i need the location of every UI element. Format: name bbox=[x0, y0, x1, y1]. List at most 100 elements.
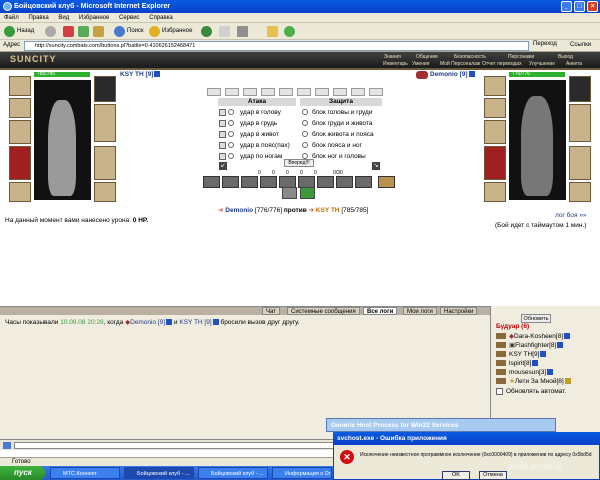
shield-slot[interactable] bbox=[94, 182, 116, 202]
attack-checkbox[interactable] bbox=[219, 108, 226, 116]
hand-icon[interactable] bbox=[496, 351, 506, 358]
rune-slot[interactable] bbox=[243, 88, 257, 96]
search-button[interactable]: Поиск bbox=[113, 25, 144, 38]
armor-slot[interactable] bbox=[9, 98, 31, 118]
attack-radio[interactable] bbox=[228, 120, 234, 127]
favorites-button[interactable]: Избранное bbox=[148, 25, 192, 38]
nav-my-character[interactable]: Мой Персоналаж bbox=[440, 61, 480, 67]
skill-icon[interactable] bbox=[260, 176, 277, 188]
info-icon[interactable] bbox=[154, 71, 161, 78]
attack-option-waist[interactable]: удар в пояс(пах) bbox=[219, 141, 290, 151]
messenger-button[interactable] bbox=[283, 25, 297, 38]
attack-radio[interactable] bbox=[228, 153, 234, 160]
go-button[interactable]: Переход bbox=[533, 41, 557, 47]
attack-option-legs[interactable]: удар по ногам bbox=[219, 152, 282, 162]
skill-icon[interactable] bbox=[222, 176, 239, 188]
weapon-slot[interactable] bbox=[9, 120, 31, 144]
defense-radio[interactable] bbox=[302, 109, 308, 116]
defense-option-1[interactable]: блок головы и груди bbox=[302, 108, 372, 118]
nav-communication[interactable]: Общение bbox=[416, 54, 438, 60]
rune-slot[interactable] bbox=[225, 88, 239, 96]
boots-slot[interactable] bbox=[9, 182, 31, 202]
info-icon[interactable] bbox=[468, 71, 475, 78]
info-icon[interactable] bbox=[557, 342, 564, 349]
hand-icon[interactable] bbox=[496, 333, 506, 340]
auto-refresh-checkbox[interactable] bbox=[496, 387, 503, 395]
self-name[interactable]: KSY TH bbox=[316, 207, 340, 214]
maximize-button[interactable]: □ bbox=[574, 1, 585, 12]
mail-button[interactable] bbox=[218, 25, 232, 38]
attack-radio[interactable] bbox=[228, 131, 234, 138]
right-fighter-name[interactable]: Demonio [9] bbox=[430, 71, 475, 78]
chat-user-ksy[interactable]: KSY TH [9] bbox=[179, 319, 211, 326]
rune-slot[interactable] bbox=[207, 88, 221, 96]
attack-radio[interactable] bbox=[228, 142, 234, 149]
task-mts[interactable]: МТС.Коннект bbox=[50, 467, 120, 479]
start-button[interactable]: пуск bbox=[0, 466, 45, 480]
right-arrow-icon[interactable]: ↘ bbox=[372, 162, 380, 170]
rune-slot[interactable] bbox=[315, 88, 329, 96]
skill-icon[interactable] bbox=[300, 187, 315, 199]
nav-knowledge[interactable]: Знания bbox=[384, 54, 401, 60]
attack-checkbox[interactable] bbox=[219, 141, 226, 149]
nav-upgrade[interactable]: Улучшение bbox=[529, 61, 555, 67]
links-button[interactable]: Ссылки bbox=[570, 42, 591, 48]
history-button[interactable] bbox=[200, 25, 214, 38]
defense-option-3[interactable]: блок живота и пояса bbox=[302, 130, 374, 140]
defense-radio[interactable] bbox=[302, 142, 308, 149]
left-hand-slot[interactable] bbox=[94, 104, 116, 142]
nav-transfers[interactable]: Отчет переводах bbox=[482, 61, 522, 67]
hand-icon[interactable] bbox=[496, 369, 506, 376]
attack-option-head[interactable]: удар в голову bbox=[219, 108, 281, 118]
cancel-button[interactable]: Отмена bbox=[479, 471, 507, 480]
rune-slot[interactable] bbox=[333, 88, 347, 96]
skill-icon[interactable] bbox=[317, 176, 334, 188]
nav-characters[interactable]: Персонажи bbox=[508, 54, 534, 60]
forward-button[interactable] bbox=[44, 25, 58, 38]
opponent-name[interactable]: Demonio bbox=[225, 207, 253, 214]
defense-option-4[interactable]: блок пояса и ног bbox=[302, 141, 362, 151]
print-button[interactable] bbox=[236, 25, 250, 38]
menu-file[interactable]: Файл bbox=[4, 15, 19, 21]
rune-slot[interactable] bbox=[369, 88, 383, 96]
task-combats-1[interactable]: Бойцовский клуб - ... bbox=[124, 467, 194, 479]
user-item[interactable]: ◆Dara-Kosheen[8] bbox=[496, 332, 571, 341]
user-item[interactable]: mousesun[3] bbox=[496, 368, 554, 377]
defense-radio[interactable] bbox=[302, 120, 308, 127]
rune-slot[interactable] bbox=[261, 88, 275, 96]
attack-option-belly[interactable]: удар в живот bbox=[219, 130, 279, 140]
back-button[interactable]: Назад bbox=[3, 25, 34, 38]
tab-system-messages[interactable]: Системные сообщения bbox=[287, 307, 360, 315]
attack-radio[interactable] bbox=[228, 109, 234, 116]
battle-log-link[interactable]: лог боя »» bbox=[555, 212, 587, 219]
rune-slot[interactable] bbox=[351, 88, 365, 96]
left-arrow-icon[interactable]: ↙ bbox=[219, 162, 227, 170]
cloak-slot[interactable] bbox=[9, 146, 31, 180]
error-notification[interactable]: Generic Host Process for Win32 Services bbox=[326, 418, 556, 432]
hand-icon[interactable] bbox=[496, 360, 506, 367]
task-info[interactable]: Информация о Drak... bbox=[272, 467, 332, 479]
info-icon[interactable] bbox=[540, 351, 547, 358]
rune-slot[interactable] bbox=[279, 88, 293, 96]
stop-button[interactable] bbox=[62, 25, 76, 38]
skill-icon[interactable] bbox=[203, 176, 220, 188]
helmet-slot[interactable] bbox=[9, 76, 31, 96]
menu-view[interactable]: Вид bbox=[58, 15, 69, 21]
user-item[interactable]: ★Лети За Мной[8] bbox=[496, 377, 571, 386]
nav-profile[interactable]: Анкета bbox=[566, 61, 582, 67]
task-combats-2[interactable]: Бойцовский клуб - ... bbox=[198, 467, 268, 479]
skill-icon[interactable] bbox=[355, 176, 372, 188]
chat-icon[interactable] bbox=[3, 442, 11, 449]
skill-icon[interactable] bbox=[241, 176, 258, 188]
attack-checkbox[interactable] bbox=[219, 152, 226, 160]
user-item[interactable]: ▣Flashfighter[8] bbox=[496, 341, 564, 350]
hand-icon[interactable] bbox=[496, 378, 506, 385]
tab-my-logs[interactable]: Мои логи bbox=[403, 307, 437, 315]
nav-skills[interactable]: Умения bbox=[412, 61, 429, 67]
skill-icon[interactable] bbox=[282, 187, 297, 199]
ring-slots[interactable] bbox=[94, 76, 116, 102]
auto-refresh-option[interactable]: Обновлять автомат. bbox=[496, 387, 566, 396]
chat-user-demonio[interactable]: Demonio [9] bbox=[130, 319, 165, 326]
defense-option-2[interactable]: блок груди и живота bbox=[302, 119, 373, 129]
user-item[interactable]: KSY TH[9] bbox=[496, 350, 547, 359]
